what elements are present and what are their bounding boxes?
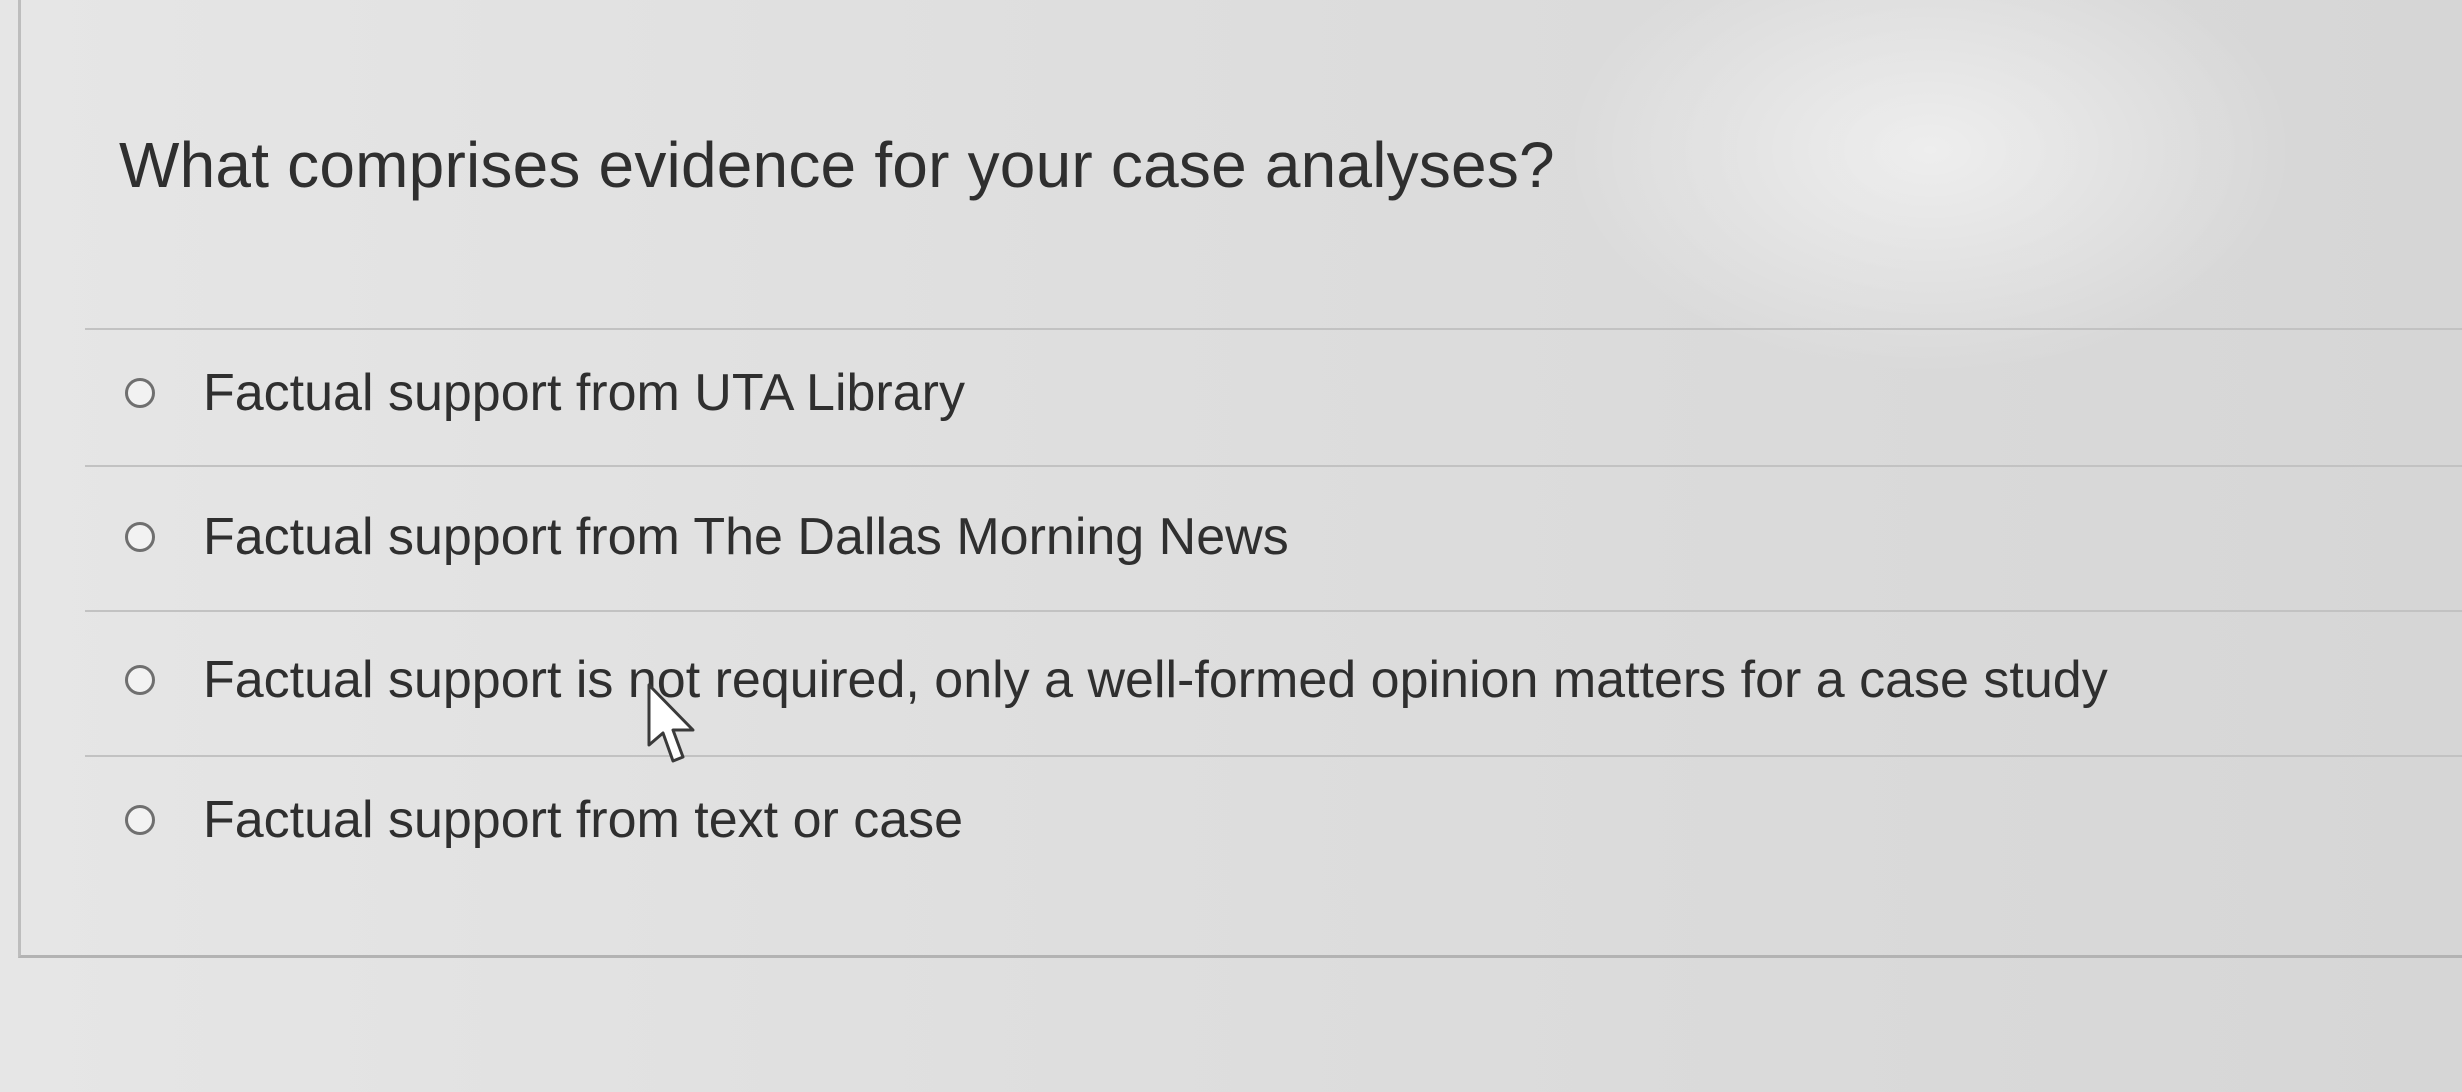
answer-label[interactable]: Factual support from The Dallas Morning … bbox=[203, 507, 1289, 567]
answer-label[interactable]: Factual support from UTA Library bbox=[203, 363, 965, 423]
divider bbox=[85, 328, 2462, 330]
divider bbox=[85, 610, 2462, 612]
answer-label[interactable]: Factual support from text or case bbox=[203, 790, 963, 850]
radio-button-icon[interactable] bbox=[125, 378, 155, 408]
answer-option-3[interactable]: Factual support is not required, only a … bbox=[125, 635, 2325, 725]
radio-button-icon[interactable] bbox=[125, 665, 155, 695]
divider bbox=[85, 465, 2462, 467]
answer-label[interactable]: Factual support is not required, only a … bbox=[203, 650, 2108, 710]
answer-option-1[interactable]: Factual support from UTA Library bbox=[125, 348, 2325, 438]
question-text: What comprises evidence for your case an… bbox=[119, 129, 1555, 201]
mouse-pointer-icon bbox=[647, 683, 695, 763]
radio-button-icon[interactable] bbox=[125, 522, 155, 552]
radio-button-icon[interactable] bbox=[125, 805, 155, 835]
answer-option-2[interactable]: Factual support from The Dallas Morning … bbox=[125, 492, 2325, 582]
answer-option-4[interactable]: Factual support from text or case bbox=[125, 775, 2325, 865]
divider bbox=[85, 755, 2462, 757]
